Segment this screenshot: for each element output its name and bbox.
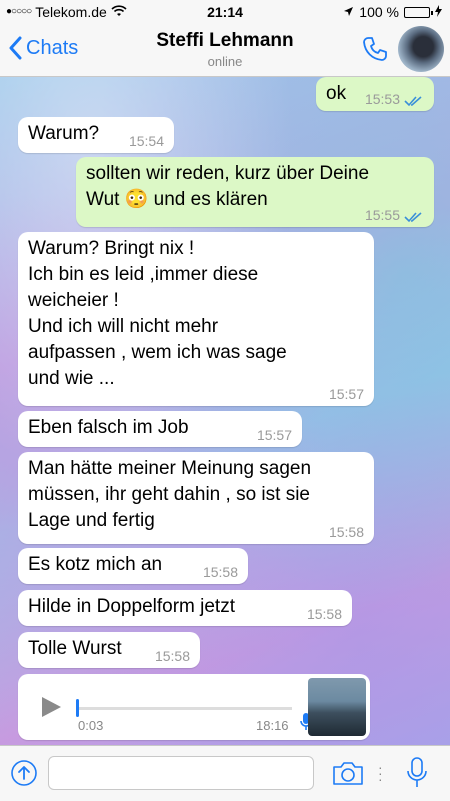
message-text: Warum? xyxy=(28,123,100,144)
message-input-bar: · · · xyxy=(0,745,450,801)
message-bubble-incoming[interactable]: Eben falsch im Job 15:57 xyxy=(18,411,302,447)
message-text: Es kotz mich an xyxy=(28,554,163,575)
voice-duration: 0:03 xyxy=(78,718,104,733)
flushed-face-emoji-icon: 😳 xyxy=(124,189,149,210)
chat-area[interactable]: ok 15:53 Warum? 15:54 sollten wir reden,… xyxy=(0,77,450,745)
message-time: 15:55 xyxy=(364,207,400,223)
message-time: 15:58 xyxy=(154,648,190,664)
microphone-icon[interactable] xyxy=(406,756,428,790)
message-time: 15:57 xyxy=(256,427,292,443)
contact-avatar[interactable] xyxy=(398,26,444,72)
message-time: 18:16 xyxy=(256,718,289,733)
sender-avatar-thumbnail xyxy=(308,678,366,736)
voice-progress-track[interactable] xyxy=(76,707,292,710)
message-text-line: Man hätte meiner Meinung sagen xyxy=(28,458,312,479)
back-button[interactable]: Chats xyxy=(8,36,78,60)
message-text-line: Ich bin es leid ,immer diese xyxy=(28,264,259,285)
message-text-line: sollten wir reden, kurz über Deine xyxy=(86,163,370,184)
message-text-line: weicheier ! xyxy=(28,290,119,311)
message-text: Tolle Wurst xyxy=(28,638,122,659)
contact-status: online xyxy=(207,54,243,69)
phone-icon[interactable] xyxy=(362,36,388,67)
message-bubble-incoming[interactable]: Warum? Bringt nix ! Ich bin es leid ,imm… xyxy=(18,232,374,406)
separator-dots: · · · xyxy=(378,759,383,787)
message-bubble-outgoing[interactable]: sollten wir reden, kurz über Deine Wut 😳… xyxy=(76,157,434,227)
message-bubble-incoming[interactable]: Tolle Wurst 15:58 xyxy=(18,632,200,668)
double-check-icon xyxy=(404,212,422,223)
message-time: 15:58 xyxy=(306,606,342,622)
message-bubble-incoming[interactable]: Man hätte meiner Meinung sagen müssen, i… xyxy=(18,452,374,544)
message-text: Eben falsch im Job xyxy=(28,417,189,438)
message-bubble-incoming[interactable]: Hilde in Doppelform jetzt 15:58 xyxy=(18,590,352,626)
message-time: 15:58 xyxy=(328,524,364,540)
message-time: 15:57 xyxy=(328,386,364,402)
battery-percent: 100 % xyxy=(359,4,399,20)
message-text: Hilde in Doppelform jetzt xyxy=(28,596,235,617)
voice-message-bubble[interactable]: 0:03 18:16 xyxy=(18,674,370,740)
back-label: Chats xyxy=(26,36,79,59)
message-text-part: und es klären xyxy=(153,189,268,210)
play-icon[interactable] xyxy=(40,696,62,718)
status-bar: ●○○○○ Telekom.de 21:14 100 % xyxy=(0,0,450,24)
location-arrow-icon xyxy=(343,0,354,24)
message-time: 15:58 xyxy=(202,564,238,580)
camera-icon[interactable] xyxy=(332,760,364,786)
contact-info[interactable]: Steffi Lehmann online xyxy=(100,30,350,69)
message-input[interactable] xyxy=(48,756,314,790)
message-time: 15:54 xyxy=(128,133,164,149)
chat-header: Chats Steffi Lehmann online xyxy=(0,24,450,77)
message-time: 15:53 xyxy=(364,91,400,107)
message-text-line: aufpassen , wem ich was sage xyxy=(28,342,287,363)
contact-name: Steffi Lehmann xyxy=(156,30,294,51)
message-text-line: Warum? Bringt nix ! xyxy=(28,238,195,259)
double-check-icon xyxy=(404,96,422,107)
message-text: ok xyxy=(326,83,347,104)
charging-icon xyxy=(435,0,442,24)
back-chevron-icon xyxy=(9,36,22,60)
message-text-line: Lage und fertig xyxy=(28,510,155,531)
message-bubble-incoming[interactable]: Warum? 15:54 xyxy=(18,117,174,153)
message-bubble-incoming[interactable]: Es kotz mich an 15:58 xyxy=(18,548,248,584)
message-text-line: Und ich will nicht mehr xyxy=(28,316,219,337)
battery-icon xyxy=(404,6,433,18)
message-text-line: und wie ... xyxy=(28,368,115,389)
voice-progress-handle[interactable] xyxy=(76,699,79,717)
message-text-part: Wut xyxy=(86,189,120,210)
share-icon[interactable] xyxy=(10,759,38,787)
message-bubble-outgoing[interactable]: ok 15:53 xyxy=(316,77,434,111)
message-text-line: müssen, ihr geht dahin , so ist sie xyxy=(28,484,310,505)
status-right: 100 % xyxy=(343,0,442,24)
